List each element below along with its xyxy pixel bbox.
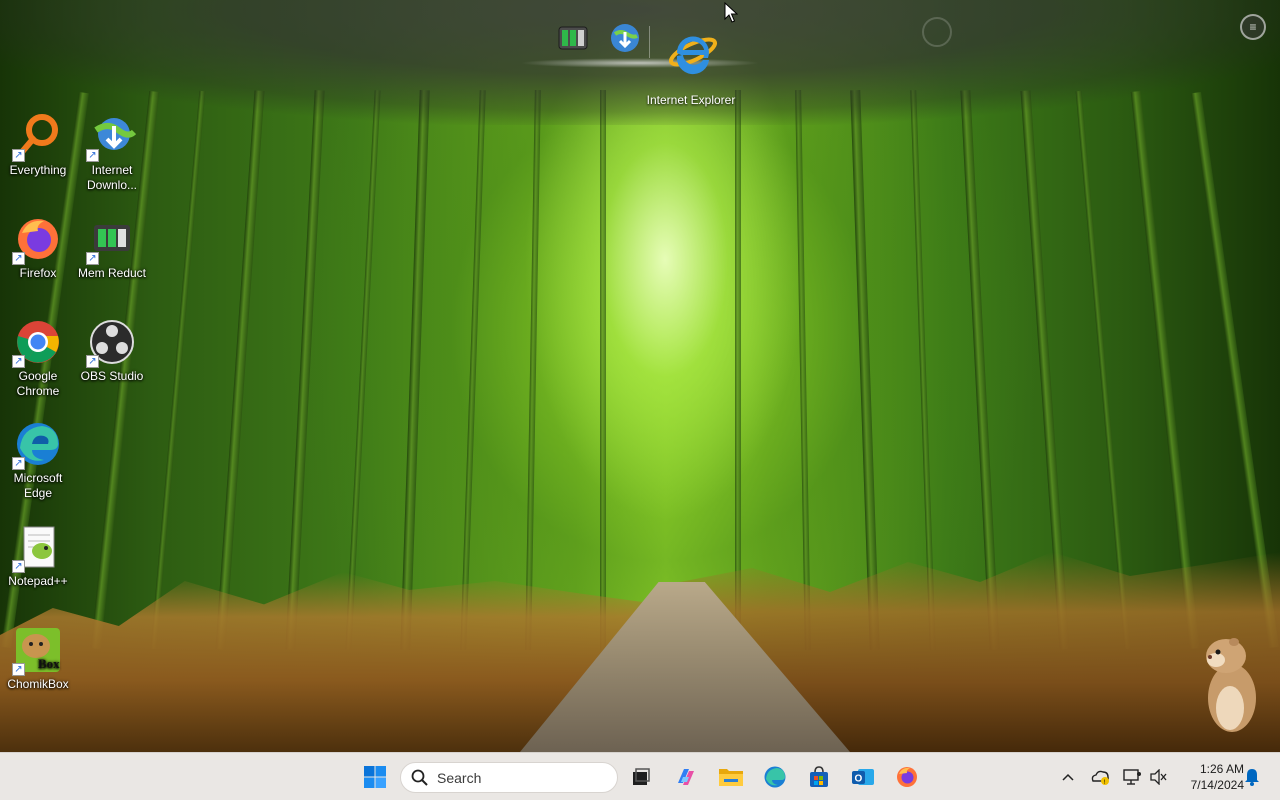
desktop-icon-obs-studio[interactable]: ↗ OBS Studio bbox=[74, 318, 150, 384]
dock-ghost-button bbox=[922, 17, 952, 47]
top-dock: Internet Explorer ≡ bbox=[0, 0, 1280, 125]
network-icon[interactable] bbox=[1122, 767, 1142, 787]
clock-time: 1:26 AM bbox=[1199, 762, 1244, 776]
outlook-icon: O bbox=[852, 769, 874, 785]
desktop-icon-label: Everything bbox=[9, 163, 67, 177]
task-view-icon bbox=[633, 768, 650, 785]
svg-text:Box: Box bbox=[38, 656, 60, 671]
file-explorer-button[interactable] bbox=[714, 761, 748, 793]
desktop-icon-internet-download-manager[interactable]: ↗ Internet Downlo... bbox=[74, 112, 150, 193]
taskbar-clock[interactable]: 1:26 AM 7/14/2024 bbox=[1172, 761, 1244, 793]
desktop-icon-label: Notepad++ bbox=[8, 574, 68, 588]
taskbar: Search O ! 1:26 AM 7/14/2024 bbox=[0, 752, 1280, 800]
outlook-button[interactable]: O bbox=[846, 761, 880, 793]
desktop-icon-everything[interactable]: ↗ Everything bbox=[0, 112, 76, 178]
speaker-muted-icon[interactable] bbox=[1148, 767, 1168, 787]
taskbar-search-box[interactable]: Search bbox=[400, 762, 618, 793]
firefox-icon: ↗ bbox=[12, 215, 62, 265]
search-icon bbox=[411, 769, 428, 786]
google-chrome-icon: ↗ bbox=[12, 318, 62, 368]
firefox-icon bbox=[897, 767, 917, 787]
windows-logo-icon bbox=[364, 766, 386, 788]
desktop-icon-chomikbox[interactable]: Box ↗ ChomikBox bbox=[0, 626, 76, 692]
firefox-taskbar-button[interactable] bbox=[890, 761, 924, 793]
dock-shelf bbox=[520, 58, 760, 68]
desktop-icon-label: Internet Downlo... bbox=[86, 163, 138, 192]
notification-bell-icon[interactable] bbox=[1242, 767, 1262, 787]
desktop-icon-label: Microsoft Edge bbox=[13, 471, 63, 500]
microsoft-edge-icon: ↗ bbox=[12, 420, 62, 470]
svg-text:O: O bbox=[855, 774, 863, 785]
dock-item-label: Internet Explorer bbox=[646, 93, 736, 107]
copilot-icon bbox=[678, 769, 694, 785]
folder-icon bbox=[719, 769, 743, 786]
hamster-mascot-icon[interactable] bbox=[1196, 632, 1262, 736]
desktop-icon-mem-reduct[interactable]: ↗ Mem Reduct bbox=[74, 215, 150, 281]
desktop-icon-notepadpp[interactable]: ↗ Notepad++ bbox=[0, 523, 76, 589]
dock-separator bbox=[649, 26, 650, 58]
copilot-button[interactable] bbox=[669, 761, 703, 793]
microsoft-edge-icon bbox=[764, 766, 786, 788]
desktop-icon-label: Firefox bbox=[19, 266, 57, 280]
obs-studio-icon: ↗ bbox=[86, 318, 136, 368]
desktop-icon-label: ChomikBox bbox=[7, 677, 69, 691]
search-placeholder: Search bbox=[437, 769, 482, 786]
desktop-icon-firefox[interactable]: ↗ Firefox bbox=[0, 215, 76, 281]
dock-internet-download-manager-icon[interactable] bbox=[606, 20, 644, 56]
onedrive-warning-icon[interactable]: ! bbox=[1090, 767, 1110, 787]
microsoft-store-button[interactable] bbox=[802, 761, 836, 793]
task-view-button[interactable] bbox=[624, 761, 658, 793]
internet-download-manager-icon: ↗ bbox=[86, 112, 137, 162]
desktop-icon-google-chrome[interactable]: ↗ Google Chrome bbox=[0, 318, 76, 399]
edge-taskbar-button[interactable] bbox=[758, 761, 792, 793]
dock-internet-explorer-icon[interactable] bbox=[664, 20, 722, 80]
everything-icon: ↗ bbox=[12, 112, 62, 162]
chomikbox-icon: Box ↗ bbox=[12, 626, 62, 676]
desktop-icon-microsoft-edge[interactable]: ↗ Microsoft Edge bbox=[0, 420, 76, 501]
dock-menu-icon[interactable]: ≡ bbox=[1240, 14, 1266, 40]
desktop-icon-label: Mem Reduct bbox=[77, 266, 147, 280]
mem-reduct-icon: ↗ bbox=[86, 215, 136, 265]
desktop-icon-label: OBS Studio bbox=[80, 369, 144, 383]
clock-date: 7/14/2024 bbox=[1190, 778, 1244, 792]
chevron-up-icon[interactable] bbox=[1058, 767, 1078, 787]
desktop-icon-label: Google Chrome bbox=[16, 369, 60, 398]
mouse-cursor-icon bbox=[724, 2, 738, 23]
store-bag-icon bbox=[810, 766, 828, 787]
notepadpp-icon: ↗ bbox=[12, 523, 62, 573]
dock-mem-reduct-icon[interactable] bbox=[554, 20, 592, 56]
start-button[interactable] bbox=[358, 761, 392, 793]
